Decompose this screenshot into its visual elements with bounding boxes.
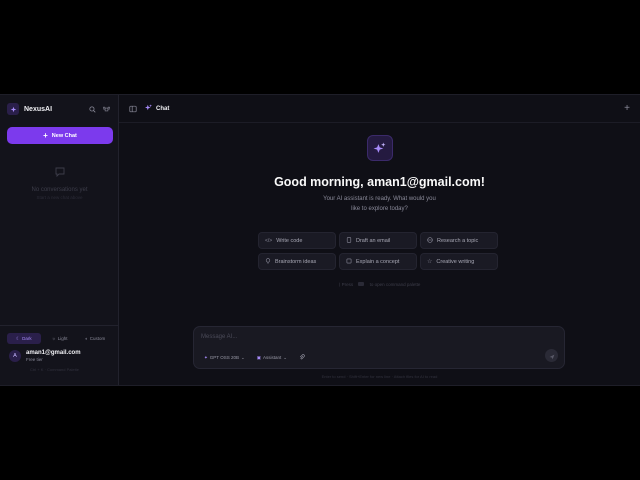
paperclip-icon <box>299 354 305 361</box>
document-icon <box>346 236 352 245</box>
suggestion-draft-email[interactable]: Draft an email <box>339 232 417 249</box>
sparkles-icon <box>366 135 393 161</box>
suggestion-label: Brainstorm ideas <box>275 258 317 265</box>
book-icon <box>346 258 352 266</box>
theme-custom-button[interactable]: ◐ Custom <box>78 333 112 344</box>
palette-hint-after: to open command palette <box>369 282 421 287</box>
message-composer[interactable]: Message AI... ✦ GPT OSS 20B ⌄ ▣ Assistan… <box>193 326 565 369</box>
empty-title: No conversations yet <box>31 187 88 193</box>
sidebar-footer: ☾ Dark ☼ Light ◐ Custom A aman1@gmail.co… <box>0 325 119 385</box>
app-window: NexusAI + New Chat No conversations yet … <box>0 94 640 386</box>
mode-selector[interactable]: ▣ Assistant ⌄ <box>254 353 290 363</box>
theme-light-label: Light <box>57 336 68 341</box>
model-selector[interactable]: ✦ GPT OSS 20B ⌄ <box>201 353 248 363</box>
sidebar-toggle-icon[interactable] <box>129 100 137 118</box>
hint-arrow-icon: ⟨ <box>338 282 341 287</box>
code-icon: </> <box>265 237 273 244</box>
empty-hint: Start a new chat above <box>36 195 83 200</box>
suggestion-brainstorm[interactable]: Brainstorm ideas <box>258 253 336 270</box>
palette-hint-before: Press <box>341 282 354 287</box>
welcome-hero: Good morning, aman1@gmail.com! Your AI a… <box>119 135 640 214</box>
empty-conversations: No conversations yet Start a new chat ab… <box>0 165 119 200</box>
plus-icon: + <box>43 130 48 140</box>
send-icon <box>549 347 555 365</box>
main-panel: Chat + Good morning, aman1@gmail.com! Yo… <box>119 95 640 385</box>
suggestion-label: Research a topic <box>437 237 479 244</box>
message-input[interactable]: Message AI... <box>201 334 237 340</box>
moon-icon: ☾ <box>16 335 21 341</box>
topbar: Chat + <box>119 95 640 123</box>
suggestion-label: Explain a concept <box>356 258 400 265</box>
new-chat-button[interactable]: + New Chat <box>7 127 113 144</box>
composer-options: ✦ GPT OSS 20B ⌄ ▣ Assistant ⌄ <box>201 352 308 363</box>
composer-footer-hint: Enter to send · Shift+Enter for new line… <box>321 374 438 379</box>
suggestion-label: Write code <box>276 237 303 244</box>
user-plan: Free tier <box>26 357 43 362</box>
logo-icon <box>7 103 19 115</box>
suggestion-label: Creative writing <box>436 258 475 265</box>
bot-icon: ▣ <box>256 354 262 360</box>
greeting-heading: Good morning, aman1@gmail.com! <box>274 175 485 189</box>
page-title: Chat <box>145 104 616 113</box>
send-button[interactable] <box>545 349 558 362</box>
brand-name: NexusAI <box>24 105 53 113</box>
command-icon[interactable] <box>102 105 111 114</box>
theme-light-button[interactable]: ☼ Light <box>43 333 77 344</box>
command-palette-hint: ⟨ Press to open command palette <box>119 282 640 288</box>
chevron-down-icon: ⌄ <box>283 354 288 360</box>
suggestion-label: Draft an email <box>356 237 391 244</box>
theme-dark-button[interactable]: ☾ Dark <box>7 333 41 344</box>
user-profile[interactable]: A aman1@gmail.com Free tier <box>0 344 119 362</box>
sparkle-icon: ✦ <box>204 354 208 360</box>
shortcut-hint: Ctrl + K · Command Palette <box>30 367 80 372</box>
avatar: A <box>9 350 21 362</box>
sun-icon: ☼ <box>51 336 56 341</box>
page-title-text: Chat <box>156 105 170 112</box>
mode-label: Assistant <box>263 355 282 360</box>
model-label: GPT OSS 20B <box>209 355 239 360</box>
greeting-subtitle: Your AI assistant is ready. What would y… <box>323 196 436 212</box>
keyboard-key-icon <box>358 282 365 286</box>
chat-bubble-icon <box>54 165 66 182</box>
suggestion-write-code[interactable]: </> Write code <box>258 232 336 249</box>
theme-custom-label: Custom <box>89 336 106 341</box>
theme-switcher: ☾ Dark ☼ Light ◐ Custom <box>0 326 119 344</box>
suggestion-grid: </> Write code Draft an email Research a… <box>258 232 500 270</box>
suggestion-research[interactable]: Research a topic <box>420 232 498 249</box>
star-icon: ☆ <box>427 259 433 265</box>
sidebar-header: NexusAI <box>0 95 118 123</box>
suggestion-creative[interactable]: ☆ Creative writing <box>420 253 498 270</box>
user-email: aman1@gmail.com <box>26 350 81 356</box>
globe-icon <box>427 236 433 245</box>
lightbulb-icon <box>265 257 271 266</box>
theme-dark-label: Dark <box>22 336 32 341</box>
palette-icon: ◐ <box>85 336 88 341</box>
new-chat-label: New Chat <box>51 132 77 139</box>
search-icon[interactable] <box>88 105 97 114</box>
sidebar: NexusAI + New Chat No conversations yet … <box>0 95 119 385</box>
sparkle-icon <box>145 104 152 113</box>
suggestion-explain[interactable]: Explain a concept <box>339 253 417 270</box>
attach-button[interactable] <box>296 352 308 363</box>
new-tab-plus-icon[interactable]: + <box>624 103 630 114</box>
chevron-down-icon: ⌄ <box>240 354 245 360</box>
